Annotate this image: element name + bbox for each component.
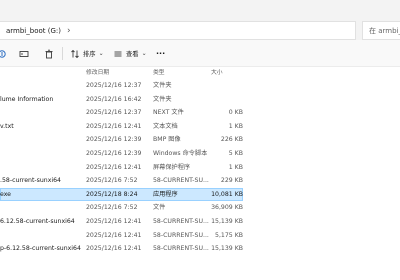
- file-row[interactable]: exe 2025/12/18 8:24 应用程序 10,081 KB: [0, 187, 400, 202]
- file-date: 2025/12/16 12:37: [86, 109, 142, 117]
- file-name: [0, 133, 84, 146]
- file-row[interactable]: p-6.12.58-current-sunxi64 2025/12/16 12:4…: [0, 242, 400, 256]
- file-name: [0, 229, 84, 242]
- file-date: 2025/12/16 12:41: [86, 245, 142, 253]
- address-path[interactable]: armbi_boot (G:): [6, 27, 61, 35]
- file-name: [0, 161, 84, 174]
- file-row[interactable]: 2025/12/16 12:39 Windows 命令脚本 5 KB: [0, 147, 400, 161]
- sort-button[interactable]: 排序 ⌄: [70, 40, 104, 67]
- file-row[interactable]: 2025/12/16 12:37 文件夹: [0, 79, 400, 93]
- trash-icon: [45, 49, 53, 58]
- file-type: 58-CURRENT-SU...: [153, 245, 209, 253]
- view-button[interactable]: 查看 ⌄: [113, 40, 147, 67]
- file-date: 2025/12/16 12:41: [86, 231, 142, 239]
- file-name: [0, 106, 84, 119]
- file-size: 229 KB: [220, 177, 243, 185]
- sort-label: 排序: [83, 51, 96, 58]
- share-icon: [0, 49, 6, 58]
- file-size: 226 KB: [220, 136, 243, 144]
- file-row[interactable]: 6.12.58-current-sunxi64 2025/12/16 12:41 5…: [0, 215, 400, 229]
- column-header-date[interactable]: 修改日期: [86, 67, 109, 76]
- sort-icon: [71, 49, 79, 58]
- file-row[interactable]: 2025/12/16 12:37 NEXT 文件 0 KB: [0, 106, 400, 120]
- file-type: NEXT 文件: [153, 109, 184, 117]
- file-name: [0, 201, 84, 214]
- view-icon: [114, 51, 122, 56]
- file-row[interactable]: 2025/12/16 12:41 屏幕保护程序 1 KB: [0, 161, 400, 175]
- file-name: v.txt: [0, 122, 14, 130]
- file-date: 2025/12/16 7:52: [86, 177, 138, 185]
- file-date: 2025/12/18 8:24: [86, 190, 138, 198]
- file-size: 10,081 KB: [211, 190, 243, 198]
- file-date: 2025/12/16 12:41: [86, 163, 142, 171]
- file-size: 36,909 KB: [211, 204, 243, 212]
- file-name: 6.12.58-current-sunxi64: [0, 217, 75, 225]
- file-date: 2025/12/16 7:52: [86, 204, 138, 212]
- file-type: Windows 命令脚本: [153, 149, 208, 157]
- address-bar-row: armbi_boot (G:) › 在 armbi_b: [0, 0, 400, 40]
- file-row[interactable]: .58-current-sunxi64 2025/12/16 7:52 58-CUR…: [0, 174, 400, 188]
- file-size: 1 KB: [228, 122, 243, 130]
- rename-icon: [19, 50, 29, 57]
- file-name: [0, 79, 84, 92]
- delete-button[interactable]: [44, 40, 54, 67]
- file-size: 0 KB: [228, 109, 243, 117]
- file-list: 2025/12/16 12:37 文件夹 lume Information 2025/…: [0, 79, 400, 256]
- file-name: p-6.12.58-current-sunxi64: [0, 245, 81, 253]
- file-date: 2025/12/16 12:37: [86, 82, 142, 89]
- file-size: 5 KB: [228, 149, 243, 157]
- file-type: 应用程序: [153, 190, 178, 198]
- column-header-size[interactable]: 大小: [211, 67, 223, 76]
- command-bar: 排序 ⌄ 查看 ⌄ ···: [0, 40, 400, 67]
- file-row[interactable]: lume Information 2025/12/16 16:42 文件夹: [0, 93, 400, 107]
- file-row[interactable]: 2025/12/16 7:52 文件 36,909 KB: [0, 201, 400, 215]
- file-date: 2025/12/16 16:42: [86, 95, 142, 103]
- file-type: 58-CURRENT-SU...: [153, 217, 209, 225]
- file-name: .58-current-sunxi64: [0, 177, 61, 185]
- file-size: 1 KB: [228, 163, 243, 171]
- file-type: 屏幕保护程序: [153, 163, 191, 171]
- file-date: 2025/12/16 12:39: [86, 136, 142, 144]
- file-row[interactable]: v.txt 2025/12/16 12:41 文本文档 1 KB: [0, 120, 400, 134]
- file-size: 5,175 KB: [215, 231, 243, 239]
- file-date: 2025/12/16 12:41: [86, 217, 142, 225]
- file-row[interactable]: 2025/12/16 12:41 58-CURRENT-SU... 5,175 KB: [0, 229, 400, 243]
- file-row[interactable]: 2025/12/16 12:39 BMP 图像 226 KB: [0, 133, 400, 147]
- file-name: [0, 147, 84, 160]
- more-icon: ···: [156, 49, 166, 58]
- share-button[interactable]: [0, 40, 7, 67]
- file-date: 2025/12/16 12:41: [86, 122, 142, 130]
- view-label: 查看: [126, 51, 139, 58]
- chevron-down-icon: ⌄: [98, 50, 104, 57]
- file-type: 文件夹: [153, 82, 172, 89]
- toolbar-divider: [62, 47, 63, 60]
- file-type: 58-CURRENT-SU...: [153, 231, 209, 239]
- file-type: BMP 图像: [153, 136, 181, 144]
- more-options-button[interactable]: ···: [156, 40, 165, 67]
- file-type: 文件: [153, 204, 166, 212]
- file-size: [206, 79, 243, 92]
- chevron-right-icon[interactable]: ›: [67, 26, 71, 36]
- chevron-down-icon: ⌄: [141, 50, 147, 57]
- file-name: lume Information: [0, 95, 54, 103]
- file-size: 15,139 KB: [211, 245, 243, 253]
- file-size: [206, 93, 243, 106]
- file-type: 文本文档: [153, 122, 178, 130]
- address-bar[interactable]: armbi_boot (G:) ›: [0, 21, 356, 40]
- rename-button[interactable]: [19, 40, 29, 67]
- search-input[interactable]: 在 armbi_b: [369, 26, 400, 36]
- file-type: 文件夹: [153, 95, 172, 103]
- file-type: 58-CURRENT-SU...: [153, 177, 209, 185]
- column-header-row: 修改日期 类型 大小: [0, 67, 400, 76]
- file-name: exe: [0, 190, 11, 198]
- search-box[interactable]: 在 armbi_b: [362, 21, 400, 40]
- file-date: 2025/12/16 12:39: [86, 149, 142, 157]
- column-header-type[interactable]: 类型: [153, 67, 165, 76]
- file-size: 15,139 KB: [211, 217, 243, 225]
